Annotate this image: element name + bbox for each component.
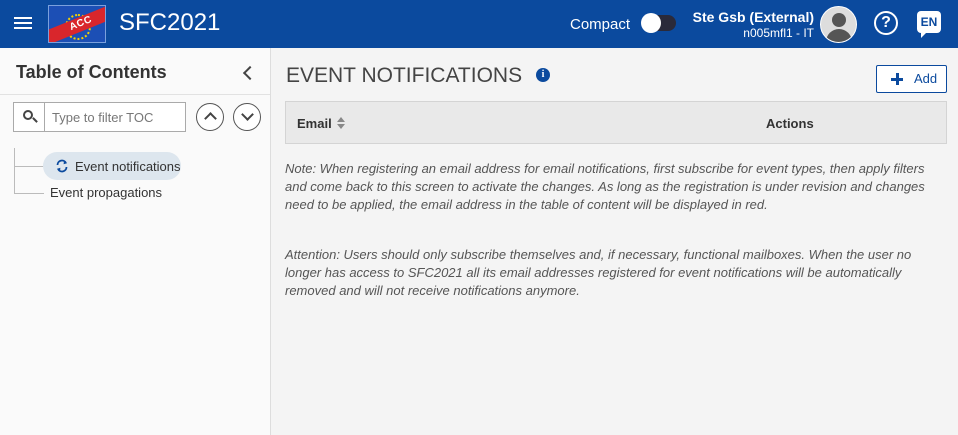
avatar-body — [826, 29, 852, 42]
collapse-sidebar-icon[interactable] — [240, 63, 258, 83]
info-icon[interactable]: i — [536, 68, 550, 82]
add-button[interactable]: Add — [876, 65, 947, 93]
table-header: Email Actions — [285, 101, 947, 144]
tree-line — [14, 148, 15, 193]
sync-icon — [56, 159, 68, 173]
column-header-actions: Actions — [766, 116, 814, 131]
attention-text: Attention: Users should only subscribe t… — [285, 247, 912, 298]
user-name[interactable]: Ste Gsb (External) — [693, 9, 814, 25]
avatar-head — [832, 13, 846, 27]
avatar[interactable] — [820, 6, 857, 43]
tree-line — [14, 193, 44, 194]
toc-item-event-propagations[interactable]: Event propagations — [50, 185, 162, 200]
chevron-up-icon[interactable] — [196, 103, 224, 131]
top-bar: ACC SFC2021 Compact Ste Gsb (External) n… — [0, 0, 958, 48]
sidebar-title: Table of Contents — [16, 62, 167, 82]
add-button-label: Add — [914, 71, 938, 86]
app-title[interactable]: SFC2021 — [119, 9, 220, 37]
compact-label: Compact — [570, 16, 631, 33]
page-title: EVENT NOTIFICATIONS — [286, 64, 523, 87]
column-header-email[interactable]: Email — [297, 116, 332, 131]
search-icon — [14, 103, 45, 131]
toggle-knob — [641, 13, 661, 33]
sort-icon[interactable] — [337, 117, 345, 131]
compact-toggle[interactable] — [641, 13, 676, 33]
toc-sidebar: Table of Contents Event notifications Ev… — [0, 48, 271, 435]
language-button[interactable]: EN — [917, 11, 941, 38]
user-id: n005mfl1 - IT — [743, 26, 814, 40]
help-icon[interactable]: ? — [874, 11, 898, 35]
toc-filter-input[interactable] — [46, 103, 185, 131]
toc-search — [13, 102, 186, 132]
chevron-down-icon[interactable] — [233, 103, 261, 131]
plus-icon — [891, 73, 903, 85]
toc-item-label: Event notifications — [75, 159, 181, 174]
app-logo[interactable]: ACC — [48, 5, 106, 43]
toc-item-event-notifications[interactable]: Event notifications — [43, 152, 181, 180]
divider — [0, 94, 270, 95]
menu-icon[interactable] — [14, 14, 36, 34]
tree-line — [14, 166, 44, 167]
note-text: Note: When registering an email address … — [285, 161, 925, 212]
